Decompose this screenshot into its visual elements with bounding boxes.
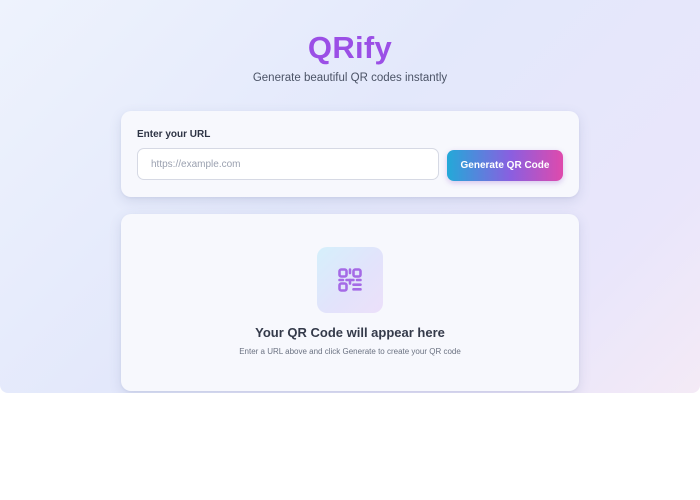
url-input[interactable] (137, 148, 439, 180)
qr-code-icon (338, 268, 362, 292)
app-background: QRify Generate beautiful QR codes instan… (0, 0, 700, 393)
generate-qr-button[interactable]: Generate QR Code (447, 150, 563, 181)
app-subtitle: Generate beautiful QR codes instantly (252, 72, 448, 84)
qr-empty-title: Your QR Code will appear here (255, 325, 445, 340)
qr-placeholder-tile (317, 247, 383, 313)
qr-output-card: Your QR Code will appear here Enter a UR… (121, 214, 579, 391)
qr-empty-subtitle: Enter a URL above and click Generate to … (239, 347, 461, 356)
app-title: QRify (307, 30, 393, 65)
url-input-card: Enter your URL Generate QR Code (121, 111, 579, 197)
url-input-label: Enter your URL (137, 129, 211, 140)
